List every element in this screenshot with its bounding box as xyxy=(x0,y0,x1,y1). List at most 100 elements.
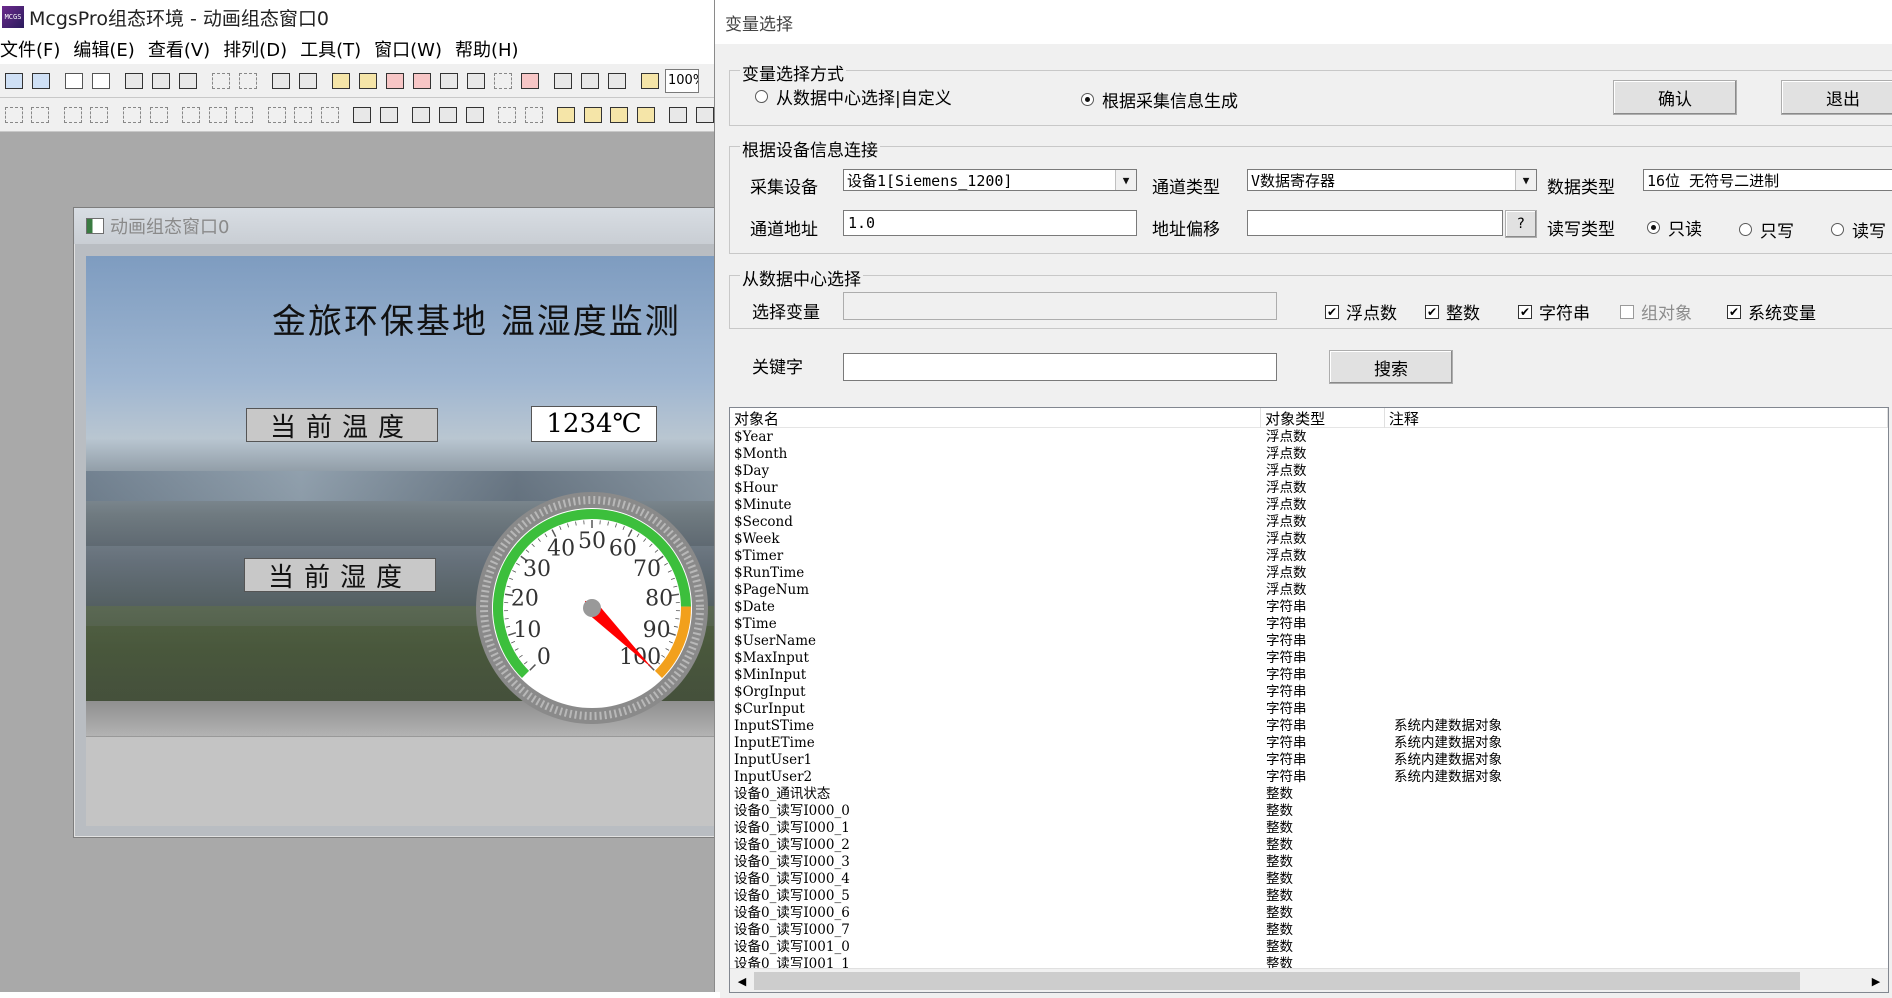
col-header-comment[interactable]: 注释 xyxy=(1385,408,1888,428)
search-button[interactable]: 搜索 xyxy=(1329,350,1453,384)
radio-write-only[interactable]: 只写 xyxy=(1739,217,1794,242)
table-row[interactable]: 设备0_通讯状态 整数 xyxy=(730,786,1888,803)
table-row[interactable]: 设备0_读写I000_0 整数 xyxy=(730,803,1888,820)
same-height-icon[interactable] xyxy=(120,103,144,127)
channel-type-combo[interactable]: V数据寄存器 ▼ xyxy=(1247,169,1537,191)
table-row[interactable]: $MaxInput 字符串 xyxy=(730,650,1888,667)
table-row[interactable]: InputSTime 字符串 系统内建数据对象 xyxy=(730,718,1888,735)
chevron-down-icon[interactable]: ▼ xyxy=(1115,170,1136,190)
save-icon[interactable] xyxy=(29,69,53,93)
col-header-type[interactable]: 对象类型 xyxy=(1261,408,1385,428)
table-row[interactable]: $Month 浮点数 xyxy=(730,446,1888,463)
table-row[interactable]: $Time 字符串 xyxy=(730,616,1888,633)
open-icon[interactable] xyxy=(2,69,26,93)
download-icon[interactable] xyxy=(605,69,629,93)
data-type-combo[interactable]: 16位 无符号二进制 xyxy=(1643,169,1892,191)
center-h-icon[interactable] xyxy=(179,103,203,127)
align-top-icon[interactable] xyxy=(61,103,85,127)
variable-list[interactable]: 对象名 对象类型 注释 $Year 浮点数 $Month 浮点数 $Day 浮点数 $Hou… xyxy=(729,407,1889,993)
animation-window-title-bar[interactable]: 动画组态窗口0 xyxy=(74,208,732,244)
mirror-icon[interactable] xyxy=(463,103,487,127)
menu-edit[interactable]: 编辑(E) xyxy=(73,36,141,62)
table-row[interactable]: $PageNum 浮点数 xyxy=(730,582,1888,599)
table-row[interactable]: $Week 浮点数 xyxy=(730,531,1888,548)
hmi-title[interactable]: 金旅环保基地 温湿度监测 xyxy=(86,294,732,343)
offset-input[interactable] xyxy=(1247,210,1503,236)
menu-arrange[interactable]: 排列(D) xyxy=(223,36,294,62)
align-right-icon[interactable] xyxy=(29,103,53,127)
design-canvas[interactable]: 金旅环保基地 温湿度监测 当前温度 1234℃ 当前湿度 0 10 20 30 40 50… xyxy=(86,256,732,736)
rotate-right-icon[interactable] xyxy=(377,103,401,127)
filter-string-checkbox[interactable]: ✔ 字符串 xyxy=(1518,299,1590,324)
temperature-value[interactable]: 1234℃ xyxy=(531,406,657,442)
table-row[interactable]: $Second 浮点数 xyxy=(730,514,1888,531)
rotate-left-icon[interactable] xyxy=(351,103,375,127)
ungroup-icon[interactable] xyxy=(522,103,546,127)
send-back-icon[interactable] xyxy=(581,103,605,127)
table-row[interactable]: InputUser2 字符串 系统内建数据对象 xyxy=(730,769,1888,786)
table-row[interactable]: $Year 浮点数 xyxy=(730,429,1888,446)
font-icon[interactable] xyxy=(410,69,434,93)
table-row[interactable]: $Hour 浮点数 xyxy=(730,480,1888,497)
table-row[interactable]: 设备0_读写I000_4 整数 xyxy=(730,871,1888,888)
device-combo[interactable]: 设备1[Siemens_1200] ▼ xyxy=(843,169,1137,191)
radio-from-collect-info[interactable]: 根据采集信息生成 xyxy=(1081,87,1238,112)
align-text-icon[interactable] xyxy=(464,69,488,93)
menu-window[interactable]: 窗口(W) xyxy=(374,36,449,62)
menu-tools[interactable]: 工具(T) xyxy=(300,36,368,62)
table-row[interactable]: $CurInput 字符串 xyxy=(730,701,1888,718)
undo-icon[interactable] xyxy=(209,69,233,93)
address-input[interactable]: 1.0 xyxy=(843,210,1137,236)
redo-icon[interactable] xyxy=(236,69,260,93)
copy-icon[interactable] xyxy=(149,69,173,93)
table-row[interactable]: 设备0_读写I000_5 整数 xyxy=(730,888,1888,905)
group-icon[interactable] xyxy=(495,103,519,127)
table-row[interactable]: InputUser1 字符串 系统内建数据对象 xyxy=(730,752,1888,769)
table-row[interactable]: 设备0_读写I001_0 整数 xyxy=(730,939,1888,956)
table-row[interactable]: 设备0_读写I000_2 整数 xyxy=(730,837,1888,854)
confirm-button[interactable]: 确认 xyxy=(1613,80,1737,115)
filter-group-object-checkbox[interactable]: 组对象 xyxy=(1620,299,1692,324)
menu-file[interactable]: 文件(F) xyxy=(0,36,67,62)
radio-read-write[interactable]: 读写 xyxy=(1831,217,1886,242)
lock-icon[interactable] xyxy=(667,103,691,127)
abc-icon[interactable] xyxy=(518,69,542,93)
keyword-input[interactable] xyxy=(843,353,1277,381)
print-preview-icon[interactable] xyxy=(89,69,113,93)
list-icon[interactable] xyxy=(437,69,461,93)
forward-icon[interactable] xyxy=(608,103,632,127)
flip-v-icon[interactable] xyxy=(436,103,460,127)
temperature-label[interactable]: 当前温度 xyxy=(246,408,438,443)
table-row[interactable]: $Day 浮点数 xyxy=(730,463,1888,480)
flip-h-icon[interactable] xyxy=(410,103,434,127)
table-row[interactable]: InputETime 字符串 系统内建数据对象 xyxy=(730,735,1888,752)
radio-read-only[interactable]: 只读 xyxy=(1647,215,1702,240)
menu-help[interactable]: 帮助(H) xyxy=(455,36,526,62)
table-row[interactable]: $Date 字符串 xyxy=(730,599,1888,616)
table-row[interactable]: $OrgInput 字符串 xyxy=(730,684,1888,701)
exit-button[interactable]: 退出 xyxy=(1781,80,1892,115)
picture-icon[interactable] xyxy=(383,69,407,93)
center-v-icon[interactable] xyxy=(206,103,230,127)
grid-icon[interactable] xyxy=(491,69,515,93)
properties-icon[interactable] xyxy=(551,69,575,93)
horizontal-scrollbar[interactable]: ◀ ▶ xyxy=(730,968,1888,992)
paste-icon[interactable] xyxy=(176,69,200,93)
element-icon[interactable] xyxy=(329,69,353,93)
table-row[interactable]: 设备0_读写I000_6 整数 xyxy=(730,905,1888,922)
space-h-icon[interactable] xyxy=(232,103,256,127)
radio-from-datacenter[interactable]: 从数据中心选择|自定义 xyxy=(755,84,952,109)
filter-float-checkbox[interactable]: ✔ 浮点数 xyxy=(1325,299,1397,324)
table-row[interactable]: 设备0_读写I000_1 整数 xyxy=(730,820,1888,837)
cut-icon[interactable] xyxy=(122,69,146,93)
table-row[interactable]: $RunTime 浮点数 xyxy=(730,565,1888,582)
menu-view[interactable]: 查看(V) xyxy=(148,36,217,62)
table-row[interactable]: $MinInput 字符串 xyxy=(730,667,1888,684)
table-row[interactable]: 设备0_读写I000_7 整数 xyxy=(730,922,1888,939)
table-row[interactable]: $UserName 字符串 xyxy=(730,633,1888,650)
tools-icon[interactable] xyxy=(269,69,293,93)
filter-system-var-checkbox[interactable]: ✔ 系统变量 xyxy=(1727,299,1816,324)
print-icon[interactable] xyxy=(62,69,86,93)
table-row[interactable]: $Minute 浮点数 xyxy=(730,497,1888,514)
scroll-thumb[interactable] xyxy=(754,972,1800,990)
